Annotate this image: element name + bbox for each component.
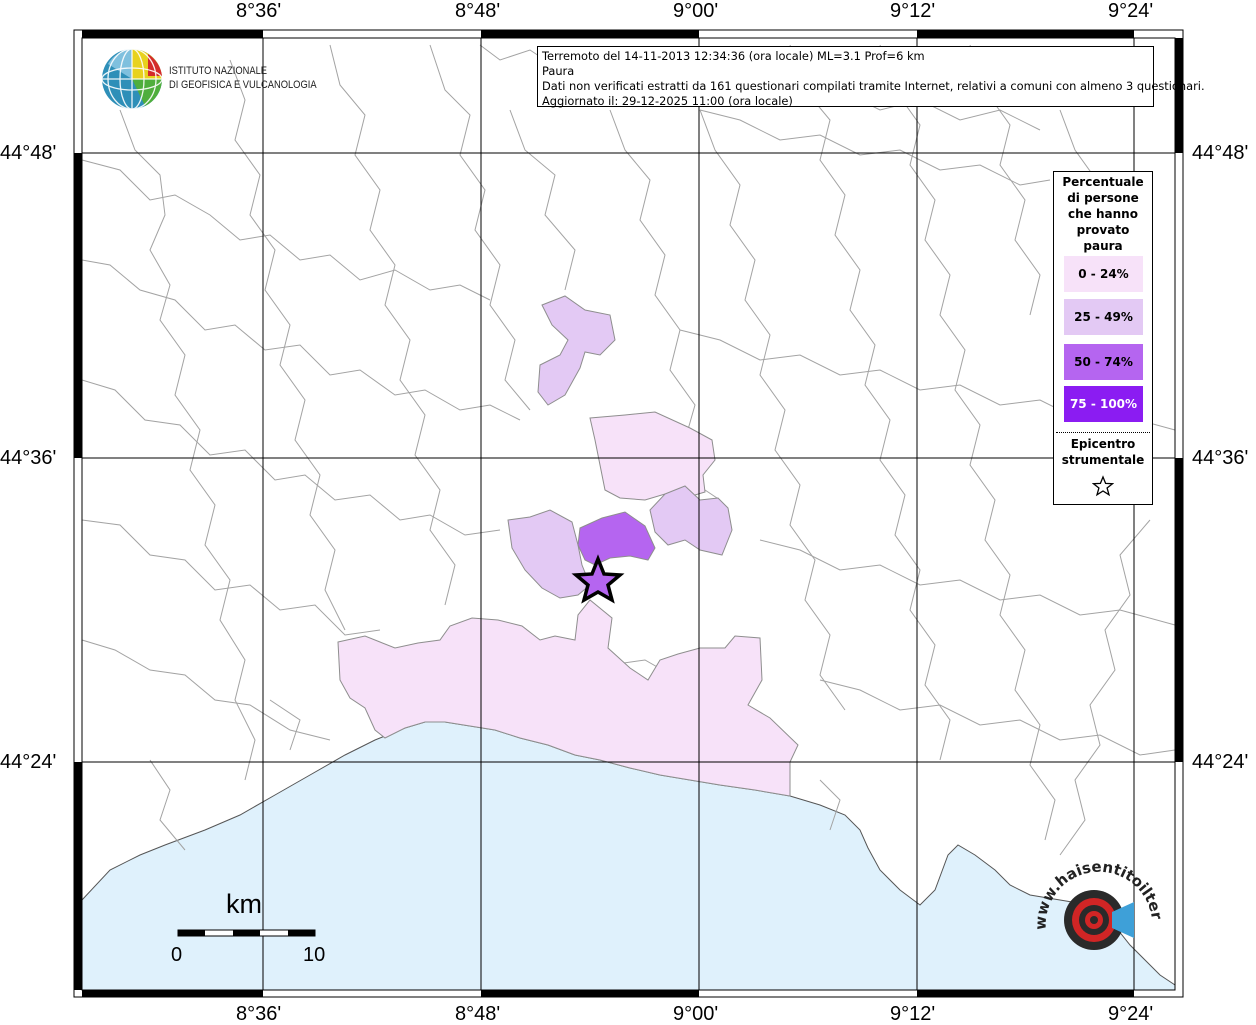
lat-label-left-1: 44°48' <box>0 142 57 164</box>
ingv-logo-text: ISTITUTO NAZIONALE DI GEOFISICA E VULCAN… <box>169 64 317 92</box>
legend: Percentuale di persone che hanno provato… <box>1053 171 1153 505</box>
lat-label-left-3: 44°24' <box>0 751 57 773</box>
municipality-25-49-north <box>537 295 616 406</box>
legend-item-25-49: 25 - 49% <box>1064 299 1143 335</box>
lon-label-bottom-1: 8°36' <box>236 1003 282 1025</box>
legend-item-label: 75 - 100% <box>1069 397 1138 411</box>
scale-max-label: 10 <box>303 944 326 966</box>
legend-item-label: 25 - 49% <box>1074 310 1133 324</box>
legend-star-icon <box>1092 475 1114 497</box>
info-updated-line: Aggiornato il: 29-12-2025 11:00 (ora loc… <box>542 94 793 108</box>
lon-label-top-2: 8°48' <box>455 0 501 22</box>
info-parameter-line: Paura <box>542 64 575 78</box>
ingv-logo <box>100 46 166 116</box>
legend-item-50-74: 50 - 74% <box>1064 344 1143 380</box>
lon-label-bottom-5: 9°24' <box>1108 1003 1154 1025</box>
legend-item-label: 0 - 24% <box>1078 267 1129 281</box>
lon-label-top-3: 9°00' <box>673 0 719 22</box>
scale-min-label: 0 <box>171 944 183 966</box>
ingv-logo-line-1: ISTITUTO NAZIONALE <box>169 65 268 77</box>
lon-label-bottom-3: 9°00' <box>673 1003 719 1025</box>
haisentito-logo: www.haisentitoilterremoto.it <box>1026 846 1166 979</box>
lon-label-bottom-2: 8°48' <box>455 1003 501 1025</box>
municipality-25-49-east <box>649 485 733 556</box>
lon-label-top-5: 9°24' <box>1108 0 1154 22</box>
lat-label-right-3: 44°24' <box>1192 751 1249 773</box>
ingv-logo-line-2: DI GEOFISICA E VULCANOLOGIA <box>169 79 317 91</box>
earthquake-info-box: Terremoto del 14-11-2013 12:34:36 (ora l… <box>537 46 1205 108</box>
scale-bar <box>177 929 316 937</box>
municipality-0-24-center <box>589 411 716 501</box>
lat-label-right-1: 44°48' <box>1192 142 1249 164</box>
municipality-50-74 <box>577 511 656 566</box>
legend-epicenter-label: Epicentro strumentale <box>1061 437 1145 467</box>
lat-label-left-2: 44°36' <box>0 447 57 469</box>
legend-title: Percentuale di persone che hanno provato… <box>1062 175 1144 253</box>
municipality-25-49-west <box>507 509 591 599</box>
legend-item-label: 50 - 74% <box>1074 355 1133 369</box>
legend-item-75-100: 75 - 100% <box>1064 386 1143 422</box>
epicenter-star-icon <box>571 554 625 604</box>
info-event-line: Terremoto del 14-11-2013 12:34:36 (ora l… <box>542 49 925 63</box>
haisentito-logo-icon: www.haisentitoilterremoto.it <box>1026 846 1166 950</box>
lon-label-bottom-4: 9°12' <box>890 1003 936 1025</box>
legend-separator <box>1056 432 1150 433</box>
felt-fear-municipalities <box>337 295 799 797</box>
scale-unit-label: km <box>226 889 262 919</box>
lon-label-top-4: 9°12' <box>890 0 936 22</box>
ingv-globe-icon <box>101 48 163 110</box>
legend-item-0-24: 0 - 24% <box>1064 256 1143 292</box>
info-data-note-line: Dati non verificati estratti da 161 ques… <box>542 79 1205 93</box>
lon-label-top-1: 8°36' <box>236 0 282 22</box>
lat-label-right-2: 44°36' <box>1192 447 1249 469</box>
